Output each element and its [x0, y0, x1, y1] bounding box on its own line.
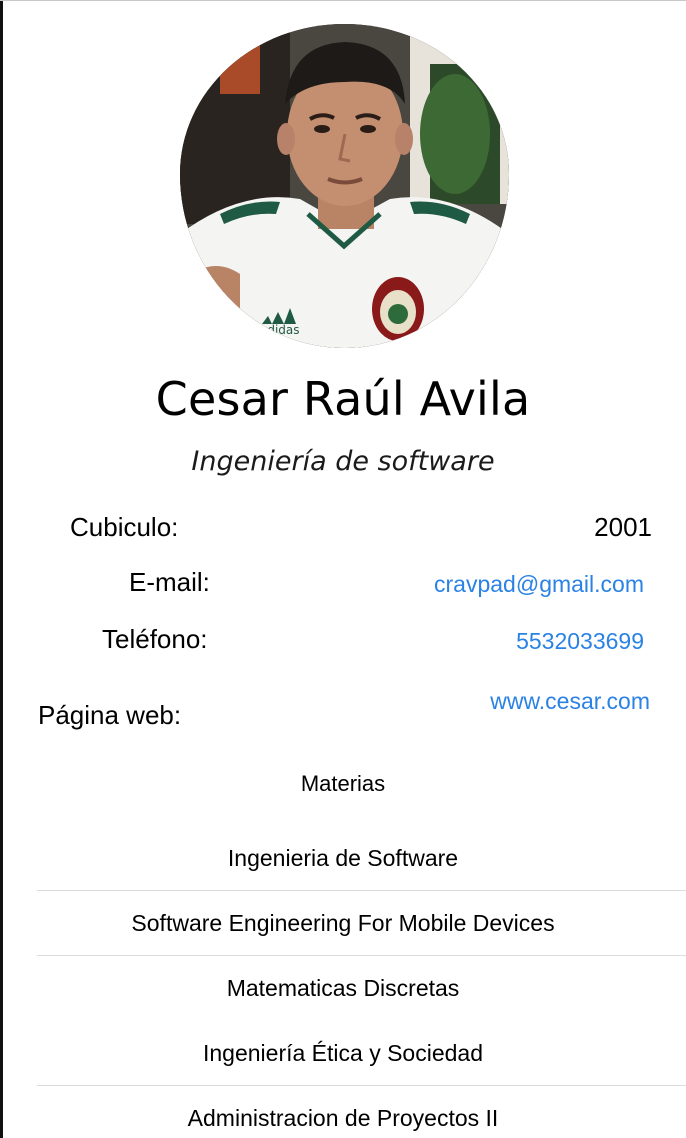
- subject-row[interactable]: Administracion de Proyectos II: [0, 1086, 686, 1138]
- professor-career: Ingeniería de software: [191, 446, 495, 477]
- cubiculo-value: 2001: [594, 512, 652, 542]
- subject-label: Administracion de Proyectos II: [187, 1105, 499, 1131]
- profile-photo-image: adidas: [180, 24, 509, 348]
- profile-photo: adidas: [180, 24, 509, 348]
- subjects-title: Materias: [300, 771, 386, 796]
- subject-row[interactable]: Ingenieria de Software: [0, 826, 686, 891]
- web-link[interactable]: www.cesar.com: [490, 688, 650, 715]
- telefono-label: Teléfono:: [102, 624, 208, 654]
- email-label: E-mail:: [129, 567, 210, 597]
- email-link[interactable]: cravpad@gmail.com: [434, 571, 644, 598]
- subject-row[interactable]: Matematicas Discretas: [0, 956, 686, 1021]
- top-edge: [0, 0, 686, 1]
- web-label: Página web:: [38, 700, 182, 730]
- subjects-list: Ingenieria de Software Software Engineer…: [0, 826, 686, 1138]
- subject-label: Ingenieria de Software: [227, 845, 459, 871]
- subject-label: Ingeniería Ética y Sociedad: [202, 1040, 483, 1066]
- profile-screen: adidas Cesar Raúl Avila Ingeniería de so…: [0, 0, 686, 1138]
- cubiculo-label: Cubiculo:: [70, 512, 179, 542]
- subject-row[interactable]: Software Engineering For Mobile Devices: [0, 891, 686, 956]
- subject-label: Matematicas Discretas: [226, 975, 460, 1001]
- subject-row[interactable]: Ingeniería Ética y Sociedad: [0, 1021, 686, 1086]
- svg-text:adidas: adidas: [260, 323, 300, 337]
- subject-label: Software Engineering For Mobile Devices: [131, 910, 555, 936]
- telefono-link[interactable]: 5532033699: [516, 628, 644, 655]
- professor-name: Cesar Raúl Avila: [155, 372, 531, 426]
